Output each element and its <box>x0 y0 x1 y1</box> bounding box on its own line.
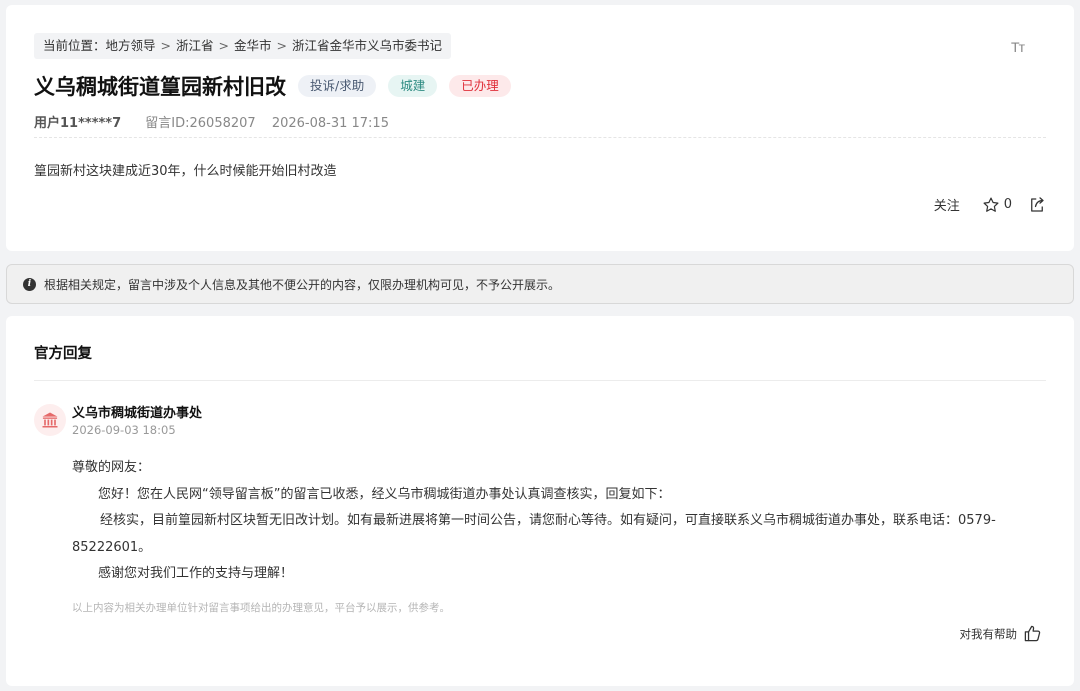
font-size-toggle-icon[interactable]: Tт <box>1011 39 1025 55</box>
share-button[interactable] <box>1028 196 1046 214</box>
breadcrumb-item-leader[interactable]: 浙江省金华市义乌市委书记 <box>292 38 442 53</box>
divider <box>34 137 1046 138</box>
post-actions: 关注 0 <box>934 195 1046 214</box>
status-badge: 已办理 <box>449 75 511 97</box>
reply-card: 官方回复 义乌市稠城街道办事处 2026-09-03 18:05 尊敬的网友： … <box>6 316 1074 686</box>
post-meta: 用户11*****7 留言ID:26058207 2026-08-31 17:1… <box>34 112 389 131</box>
page-title: 义乌稠城街道篁园新村旧改 <box>34 75 286 99</box>
share-icon <box>1031 196 1044 212</box>
star-button[interactable]: 0 <box>982 196 1012 214</box>
breadcrumb-item-region[interactable]: 地方领导 <box>106 38 156 53</box>
tag-type: 投诉/求助 <box>298 75 377 97</box>
avatar <box>34 404 66 436</box>
reply-paragraph: 感谢您对我们工作的支持与理解！ <box>98 566 294 581</box>
thumbs-up-icon <box>1024 625 1041 642</box>
privacy-notice: i 根据相关规定，留言中涉及个人信息及其他不便公开的内容，仅限办理机构可见，不予… <box>6 264 1074 304</box>
breadcrumb-separator: > <box>160 38 172 53</box>
post-card: 当前位置：地方领导 > 浙江省 > 金华市 > 浙江省金华市义乌市委书记 Tт 义乌稠城街道… <box>6 5 1074 251</box>
breadcrumb: 当前位置：地方领导 > 浙江省 > 金华市 > 浙江省金华市义乌市委书记 <box>34 33 452 59</box>
helpful-button[interactable]: 对我有帮助 <box>960 624 1043 643</box>
post-datetime: 2026-08-31 17:15 <box>271 116 389 131</box>
star-icon <box>983 197 999 212</box>
info-icon: i <box>23 277 36 291</box>
reply-body: 尊敬的网友： 您好！您在人民网“领导留言板”的留言已收悉，经义乌市稠城街道办事处… <box>72 455 1047 588</box>
post-user: 用户11*****7 <box>34 116 122 131</box>
tag-category: 城建 <box>388 75 438 97</box>
post-content: 篁园新村这块建成近30年，什么时候能开始旧村改造 <box>34 164 337 179</box>
breadcrumb-item-province[interactable]: 浙江省 <box>176 38 214 53</box>
reply-paragraph: 您好！您在人民网“领导留言板”的留言已收悉，经义乌市稠城街道办事处认真调查核实，… <box>98 486 671 502</box>
government-building-icon <box>42 412 58 428</box>
helpful-label: 对我有帮助 <box>959 626 1018 641</box>
breadcrumb-prefix: 当前位置： <box>43 38 106 53</box>
reply-org-name: 义乌市稠城街道办事处 <box>72 406 203 421</box>
reply-paragraph: 经核实，目前篁园新村区块暂无旧改计划。如有最新进展将第一时间公告，请您耐心等待。… <box>72 513 996 555</box>
divider <box>34 380 1046 381</box>
message-id: 留言ID:26058207 <box>145 116 256 131</box>
breadcrumb-separator: > <box>276 38 288 53</box>
star-count: 0 <box>1003 197 1012 212</box>
reply-disclaimer: 以上内容为相关办理单位针对留言事项给出的办理意见，平台予以展示，供参考。 <box>72 602 450 614</box>
reply-heading: 官方回复 <box>34 346 92 362</box>
breadcrumb-separator: > <box>218 38 230 53</box>
reply-greeting: 尊敬的网友： <box>72 460 151 475</box>
notice-text: 根据相关规定，留言中涉及个人信息及其他不便公开的内容，仅限办理机构可见，不予公开… <box>44 277 561 292</box>
follow-button[interactable]: 关注 <box>934 195 960 214</box>
breadcrumb-item-city[interactable]: 金华市 <box>234 38 272 53</box>
reply-time: 2026-09-03 18:05 <box>72 423 176 437</box>
title-row: 义乌稠城街道篁园新村旧改 投诉/求助 城建 已办理 <box>34 69 523 103</box>
